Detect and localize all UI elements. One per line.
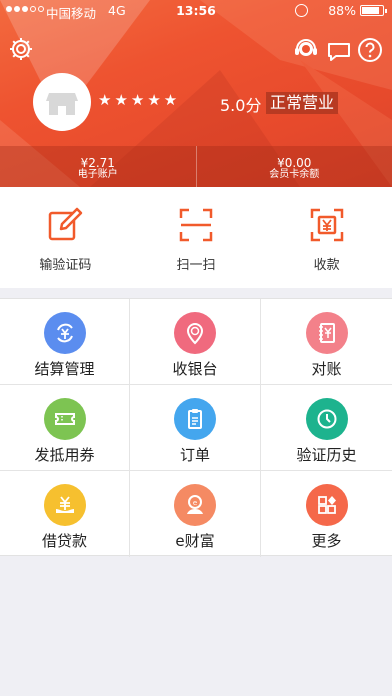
business-status-badge: 正常营业 xyxy=(266,92,339,114)
scan-icon xyxy=(179,208,213,242)
electronic-account[interactable]: ¥2.71 电子账户 xyxy=(0,146,196,187)
grid-item-wealth[interactable]: e e财富 xyxy=(130,471,261,557)
grid-item-coupon[interactable]: 发抵用券 xyxy=(0,385,130,471)
receive-payment-icon xyxy=(310,208,343,242)
settlement-icon xyxy=(43,312,86,354)
grid-item-order[interactable]: 订单 xyxy=(130,385,261,471)
wealth-icon: e xyxy=(174,484,216,526)
customer-service-icon[interactable] xyxy=(293,37,319,63)
receive-payment-button[interactable]: 收款 xyxy=(261,187,392,288)
coupon-label: 发抵用券 xyxy=(34,446,95,464)
help-icon[interactable] xyxy=(357,37,383,63)
reconcile-label: 对账 xyxy=(311,360,342,378)
gear-icon[interactable] xyxy=(8,36,34,62)
member-card-balance[interactable]: ¥0.00 会员卡余额 xyxy=(195,146,392,187)
receive-payment-label: 收款 xyxy=(313,258,340,273)
more-label: 更多 xyxy=(311,532,342,550)
grid-item-verify-history[interactable]: 验证历史 xyxy=(261,385,392,471)
settlement-label: 结算管理 xyxy=(34,360,95,378)
orientation-lock-icon xyxy=(295,4,308,17)
quick-actions: 输验证码 扫一扫 收款 xyxy=(0,187,392,288)
grid-item-settlement[interactable]: 结算管理 xyxy=(0,299,130,385)
more-icon xyxy=(305,484,348,526)
member-card-amount: ¥0.00 xyxy=(277,156,312,170)
enter-code-button[interactable]: 输验证码 xyxy=(0,187,131,288)
store-avatar[interactable] xyxy=(33,73,91,131)
grid-item-loan[interactable]: 借贷款 xyxy=(0,471,130,557)
order-label: 订单 xyxy=(179,446,210,464)
rating-stars: ★★★★★ xyxy=(98,91,181,109)
scan-label: 扫一扫 xyxy=(176,258,216,273)
loan-label: 借贷款 xyxy=(41,532,87,550)
order-icon xyxy=(174,398,216,440)
enter-code-label: 输验证码 xyxy=(39,258,92,273)
battery-icon xyxy=(360,5,387,16)
cashier-label: 收银台 xyxy=(172,360,218,378)
wealth-label: e财富 xyxy=(175,532,215,550)
account-balances: ¥2.71 电子账户 ¥0.00 会员卡余额 xyxy=(0,146,392,187)
reconcile-icon xyxy=(305,312,348,354)
electronic-account-amount: ¥2.71 xyxy=(80,156,115,170)
electronic-account-label: 电子账户 xyxy=(77,169,118,180)
edit-icon xyxy=(49,207,83,241)
store-icon xyxy=(46,93,78,115)
status-bar: 中国移动 4G 13:56 88% xyxy=(0,0,392,22)
loan-icon xyxy=(43,484,86,526)
merchant-header: 中国移动 4G 13:56 88% ★★★★★ 5.0分 正常营业 ¥2.71 … xyxy=(0,0,392,187)
cashier-icon xyxy=(174,312,216,354)
message-icon[interactable] xyxy=(326,38,352,64)
clock-icon xyxy=(305,398,348,440)
rating-score: 5.0分 xyxy=(220,96,262,115)
grid-item-reconcile[interactable]: 对账 xyxy=(261,299,392,385)
battery-percent: 88% xyxy=(328,3,356,18)
verify-history-label: 验证历史 xyxy=(296,446,357,464)
grid-item-more[interactable]: 更多 xyxy=(261,471,392,557)
scan-button[interactable]: 扫一扫 xyxy=(131,187,262,288)
member-card-label: 会员卡余额 xyxy=(269,169,320,180)
function-grid: 结算管理 收银台 对账 发抵用券 订单 验证历史 借贷款 e e财富 更多 xyxy=(0,298,392,557)
svg-text:e: e xyxy=(193,499,197,507)
grid-item-cashier[interactable]: 收银台 xyxy=(130,299,261,385)
coupon-icon xyxy=(43,398,86,440)
